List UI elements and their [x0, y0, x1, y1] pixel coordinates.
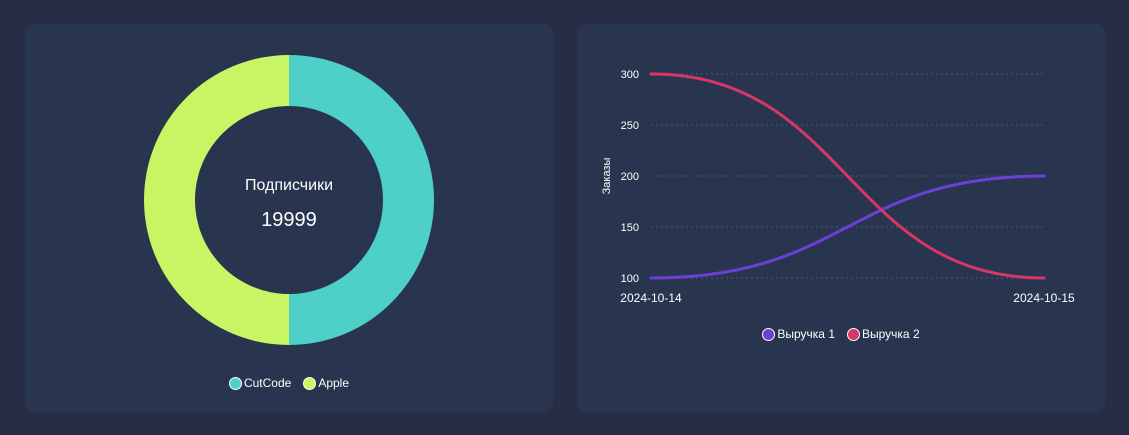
subscribers-donut-card: Подписчики 19999 CutCode Apple: [25, 24, 553, 412]
legend-swatch: [303, 376, 317, 390]
series-line-выручка-1[interactable]: [649, 174, 1046, 280]
legend-label: Apple: [318, 376, 350, 390]
legend-item-cutcode[interactable]: CutCode: [228, 376, 292, 390]
legend-item-выручка-2[interactable]: Выручка 2: [847, 327, 920, 341]
y-tick-label: 250: [621, 120, 639, 132]
revenue-line-card: 100 150 200 250 300 2024-10-14 2024-10-15 Зак…: [577, 24, 1105, 412]
legend-swatch: [762, 327, 776, 341]
legend-label: Выручка 2: [862, 327, 920, 341]
donut-center-title: Подписчики: [245, 177, 333, 194]
x-tick-label: 2024-10-15: [1013, 291, 1075, 305]
donut-slice-cutcode[interactable]: [289, 55, 434, 345]
y-tick-label: 300: [621, 69, 639, 81]
legend-label: CutCode: [243, 376, 292, 390]
donut-center-value: 19999: [261, 209, 317, 231]
series-line-выручка-2[interactable]: [649, 72, 1046, 280]
revenue-line-chart: 100 150 200 250 300 2024-10-14 2024-10-15 Зак…: [601, 69, 1075, 305]
y-tick-label: 200: [621, 171, 639, 183]
y-axis-title: Заказы: [601, 158, 613, 195]
legend-item-выручка-1[interactable]: Выручка 1: [762, 327, 835, 341]
legend-label: Выручка 1: [777, 327, 835, 341]
y-tick-label: 100: [621, 273, 639, 285]
line-legend: Выручка 1 Выручка 2: [577, 327, 1105, 341]
legend-item-apple[interactable]: Apple: [303, 376, 349, 390]
donut-slice-apple[interactable]: [144, 55, 289, 345]
donut-legend: CutCode Apple: [25, 376, 553, 390]
x-tick-label: 2024-10-14: [620, 291, 682, 305]
y-tick-label: 150: [621, 222, 639, 234]
legend-swatch: [847, 327, 860, 341]
legend-swatch: [228, 376, 242, 390]
subscribers-donut-chart: Подписчики 19999: [144, 55, 434, 345]
